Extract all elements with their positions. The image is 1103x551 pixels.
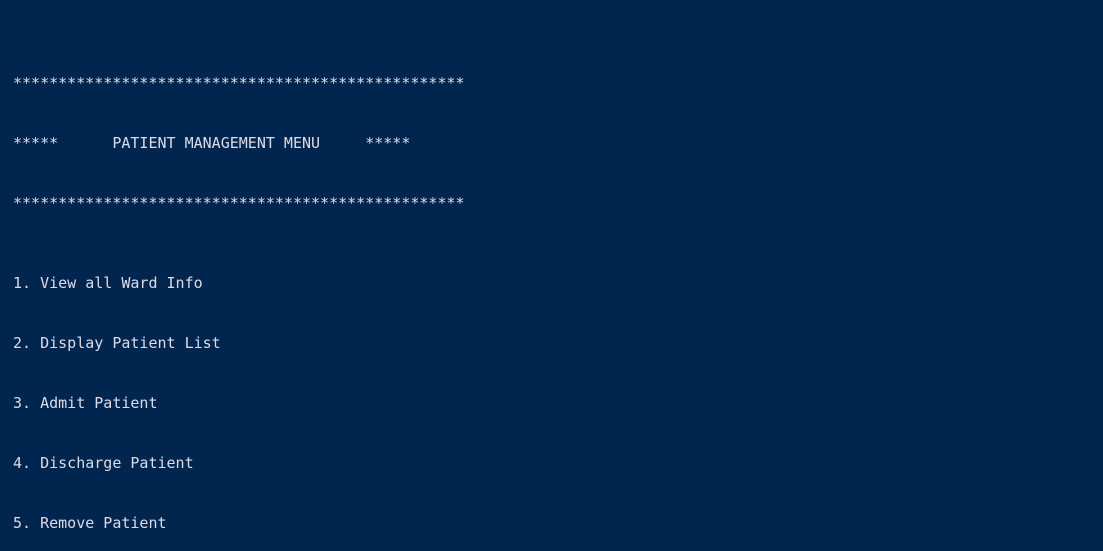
- menu-item-remove-patient[interactable]: 5. Remove Patient: [13, 513, 997, 533]
- menu-item-display-patient-list[interactable]: 2. Display Patient List: [13, 333, 997, 353]
- banner-top-rule: ****************************************…: [13, 74, 465, 92]
- menu-item-admit-patient[interactable]: 3. Admit Patient: [13, 393, 997, 413]
- terminal-screen[interactable]: ****************************************…: [0, 0, 1103, 551]
- banner-bottom-rule: ****************************************…: [13, 194, 465, 212]
- terminal-output: ****************************************…: [13, 13, 997, 551]
- banner-title-line: ***** PATIENT MANAGEMENT MENU *****: [13, 134, 411, 152]
- menu-item-discharge-patient[interactable]: 4. Discharge Patient: [13, 453, 997, 473]
- menu-item-view-all-ward-info[interactable]: 1. View all Ward Info: [13, 273, 997, 293]
